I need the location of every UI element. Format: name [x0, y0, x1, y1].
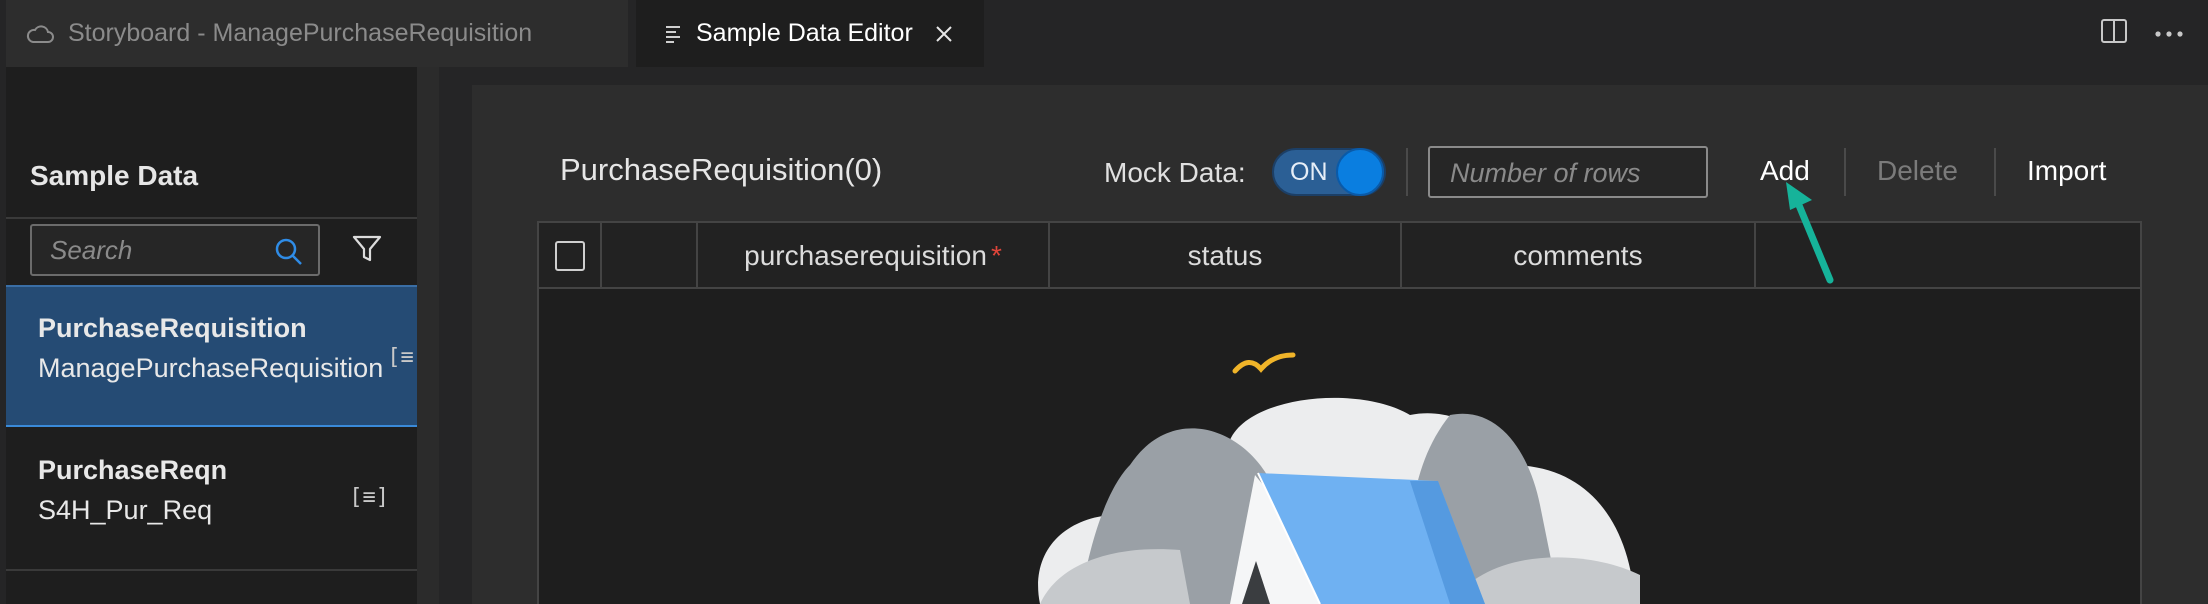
- entity-service: ManagePurchaseRequisition: [38, 353, 384, 383]
- entity-name: PurchaseReqn: [38, 455, 228, 485]
- entity-title: PurchaseRequisition(0): [560, 152, 883, 187]
- search-field[interactable]: [30, 224, 320, 276]
- cloud-icon: [26, 23, 54, 45]
- toolbar-divider: [1844, 148, 1846, 196]
- number-of-rows-field[interactable]: [1428, 146, 1708, 198]
- select-all-checkbox[interactable]: [554, 241, 585, 271]
- tab-sample-data-editor[interactable]: Sample Data Editor: [636, 0, 984, 67]
- number-of-rows-input[interactable]: [1450, 157, 1690, 189]
- mock-data-toggle[interactable]: ON: [1272, 148, 1386, 196]
- column-header-comments[interactable]: comments: [1402, 223, 1756, 289]
- mock-data-label: Mock Data:: [1104, 157, 1246, 188]
- row-actions-header: [602, 223, 698, 289]
- empty-state-illustration: [1030, 345, 1650, 604]
- sidebar-title: Sample Data: [30, 160, 199, 191]
- toggle-state-label: ON: [1290, 158, 1328, 186]
- list-item[interactable]: PurchaseRequisition ManagePurchaseRequis…: [6, 285, 427, 427]
- entity-name: PurchaseRequisition: [38, 313, 307, 343]
- sidebar-scrollbar[interactable]: [417, 67, 439, 604]
- tab-label: Sample Data Editor: [696, 19, 913, 47]
- select-all-cell: [539, 223, 602, 289]
- column-label: purchaserequisition: [744, 240, 987, 271]
- tab-storyboard[interactable]: Storyboard - ManagePurchaseRequisition: [6, 0, 628, 67]
- search-icon[interactable]: [274, 237, 304, 272]
- list-view-icon: [≡]: [349, 485, 389, 510]
- filter-icon[interactable]: [352, 234, 382, 269]
- sidebar-divider: [6, 217, 417, 219]
- import-button[interactable]: Import: [2027, 155, 2106, 187]
- column-label: status: [1187, 240, 1263, 271]
- toggle-knob: [1336, 148, 1384, 196]
- split-editor-icon[interactable]: [2100, 18, 2128, 49]
- more-actions-icon[interactable]: [2154, 25, 2184, 43]
- editor-tab-bar: Storyboard - ManagePurchaseRequisition S…: [0, 0, 2208, 67]
- annotation-arrow-icon: [1782, 178, 1842, 293]
- table-header: purchaserequisition * status comments: [539, 223, 2140, 289]
- close-icon[interactable]: [935, 25, 953, 43]
- column-header-status[interactable]: status: [1050, 223, 1402, 289]
- list-item[interactable]: PurchaseReqn S4H_Pur_Req [≡]: [6, 429, 417, 571]
- search-input[interactable]: [50, 234, 270, 266]
- delete-button[interactable]: Delete: [1877, 155, 1958, 187]
- column-label: comments: [1513, 240, 1643, 271]
- tab-label: Storyboard - ManagePurchaseRequisition: [68, 19, 533, 47]
- required-marker: *: [990, 240, 1002, 271]
- toolbar-divider: [1406, 148, 1408, 196]
- toolbar-divider: [1994, 148, 1996, 196]
- entity-service: S4H_Pur_Req: [38, 495, 213, 525]
- document-lines-icon: [664, 23, 682, 45]
- column-header-purchaserequisition[interactable]: purchaserequisition *: [698, 223, 1050, 289]
